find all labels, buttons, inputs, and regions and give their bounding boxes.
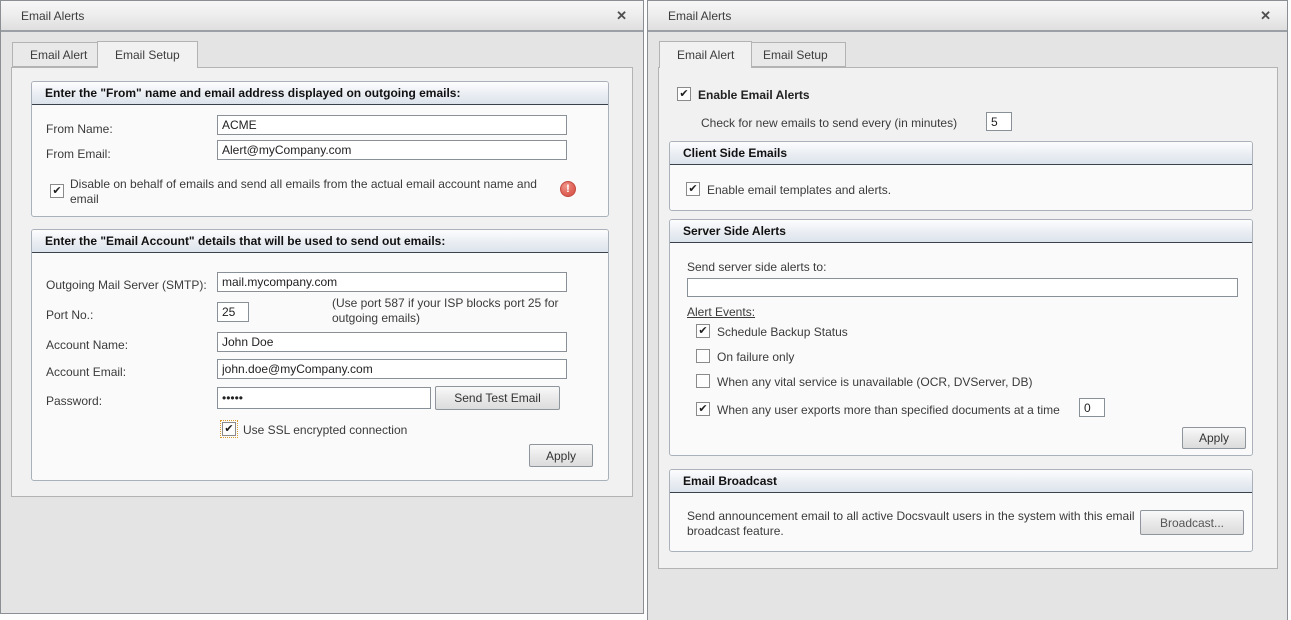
smtp-input[interactable] (217, 272, 567, 292)
tab-email-alert[interactable]: Email Alert (659, 41, 752, 68)
tab-email-setup[interactable]: Email Setup (745, 42, 846, 67)
apply-button[interactable]: Apply (529, 444, 593, 467)
broadcast-group-header: Email Broadcast (670, 470, 1252, 493)
account-name-label: Account Name: (46, 338, 128, 352)
window-title: Email Alerts (668, 9, 731, 23)
check-mark: ✔ (224, 424, 233, 435)
email-alerts-window-left: Email Alerts ✕ Email Alert Email Setup E… (0, 0, 644, 614)
warning-glyph: ! (566, 183, 570, 195)
send-test-email-button[interactable]: Send Test Email (435, 386, 560, 410)
email-broadcast-group: Email Broadcast Send announcement email … (669, 469, 1253, 552)
check-mark: ✔ (52, 186, 61, 197)
check-mark: ✔ (679, 89, 688, 100)
send-alerts-to-input[interactable] (687, 278, 1238, 297)
vital-service-label: When any vital service is unavailable (O… (717, 375, 1032, 389)
on-failure-only-checkbox[interactable] (696, 349, 710, 363)
interval-input[interactable] (986, 112, 1012, 131)
from-email-label: From Email: (46, 147, 111, 161)
schedule-backup-label: Schedule Backup Status (717, 325, 848, 339)
server-group-header: Server Side Alerts (670, 220, 1252, 243)
from-name-input[interactable] (217, 115, 567, 135)
from-email-input[interactable] (217, 140, 567, 160)
enable-templates-label: Enable email templates and alerts. (707, 183, 891, 197)
port-note: (Use port 587 if your ISP blocks port 25… (332, 296, 580, 326)
port-input[interactable] (217, 302, 249, 322)
on-failure-only-label: On failure only (717, 350, 794, 364)
account-name-input[interactable] (217, 332, 567, 352)
disable-onbehalf-checkbox[interactable]: ✔ (50, 184, 64, 198)
enable-templates-checkbox[interactable]: ✔ (686, 182, 700, 196)
broadcast-text: Send announcement email to all active Do… (687, 509, 1142, 539)
email-setup-page: Enter the "From" name and email address … (11, 67, 633, 497)
email-alert-page: ✔ Enable Email Alerts Check for new emai… (658, 67, 1278, 569)
disable-onbehalf-label: Disable on behalf of emails and send all… (70, 177, 556, 207)
close-icon[interactable]: ✕ (616, 9, 627, 22)
account-email-label: Account Email: (46, 365, 126, 379)
close-icon[interactable]: ✕ (1260, 9, 1271, 22)
password-input[interactable] (217, 387, 431, 409)
titlebar[interactable]: Email Alerts ✕ (648, 1, 1287, 32)
apply-button[interactable]: Apply (1182, 427, 1246, 449)
broadcast-button[interactable]: Broadcast... (1140, 510, 1244, 535)
account-group-header: Enter the "Email Account" details that w… (32, 230, 608, 253)
client-group-header: Client Side Emails (670, 142, 1252, 165)
check-mark: ✔ (698, 326, 707, 337)
email-alerts-window-right: Email Alerts ✕ Email Alert Email Setup ✔… (647, 0, 1288, 620)
enable-email-alerts-checkbox[interactable]: ✔ (677, 87, 691, 101)
port-label: Port No.: (46, 308, 93, 322)
from-name-label: From Name: (46, 122, 113, 136)
tab-email-alert[interactable]: Email Alert (12, 42, 105, 67)
export-limit-input[interactable] (1079, 398, 1105, 417)
schedule-backup-checkbox[interactable]: ✔ (696, 324, 710, 338)
window-title: Email Alerts (21, 9, 84, 23)
client-side-group: Client Side Emails ✔ Enable email templa… (669, 141, 1253, 211)
window-content: Email Alert Email Setup Enter the "From"… (1, 32, 643, 611)
check-mark: ✔ (688, 184, 697, 195)
desktop: Email Alerts ✕ Email Alert Email Setup E… (0, 0, 1291, 620)
smtp-label: Outgoing Mail Server (SMTP): (46, 278, 207, 292)
window-content: Email Alert Email Setup ✔ Enable Email A… (648, 32, 1287, 618)
interval-label: Check for new emails to send every (in m… (701, 116, 957, 130)
user-exports-checkbox[interactable]: ✔ (696, 402, 710, 416)
send-alerts-to-label: Send server side alerts to: (687, 260, 826, 274)
alert-events-label: Alert Events: (687, 305, 755, 319)
email-account-group: Enter the "Email Account" details that w… (31, 229, 609, 481)
server-side-group: Server Side Alerts Send server side aler… (669, 219, 1253, 456)
ssl-label: Use SSL encrypted connection (243, 423, 407, 437)
enable-email-alerts-label: Enable Email Alerts (698, 88, 810, 102)
vital-service-checkbox[interactable] (696, 374, 710, 388)
user-exports-label: When any user exports more than specifie… (717, 403, 1060, 417)
from-group-header: Enter the "From" name and email address … (32, 82, 608, 105)
check-mark: ✔ (698, 404, 707, 415)
tab-email-setup[interactable]: Email Setup (97, 41, 198, 68)
warning-icon: ! (560, 181, 576, 197)
password-label: Password: (46, 394, 102, 408)
from-group: Enter the "From" name and email address … (31, 81, 609, 217)
titlebar[interactable]: Email Alerts ✕ (1, 1, 643, 32)
ssl-checkbox[interactable]: ✔ (222, 422, 236, 436)
account-email-input[interactable] (217, 359, 567, 379)
